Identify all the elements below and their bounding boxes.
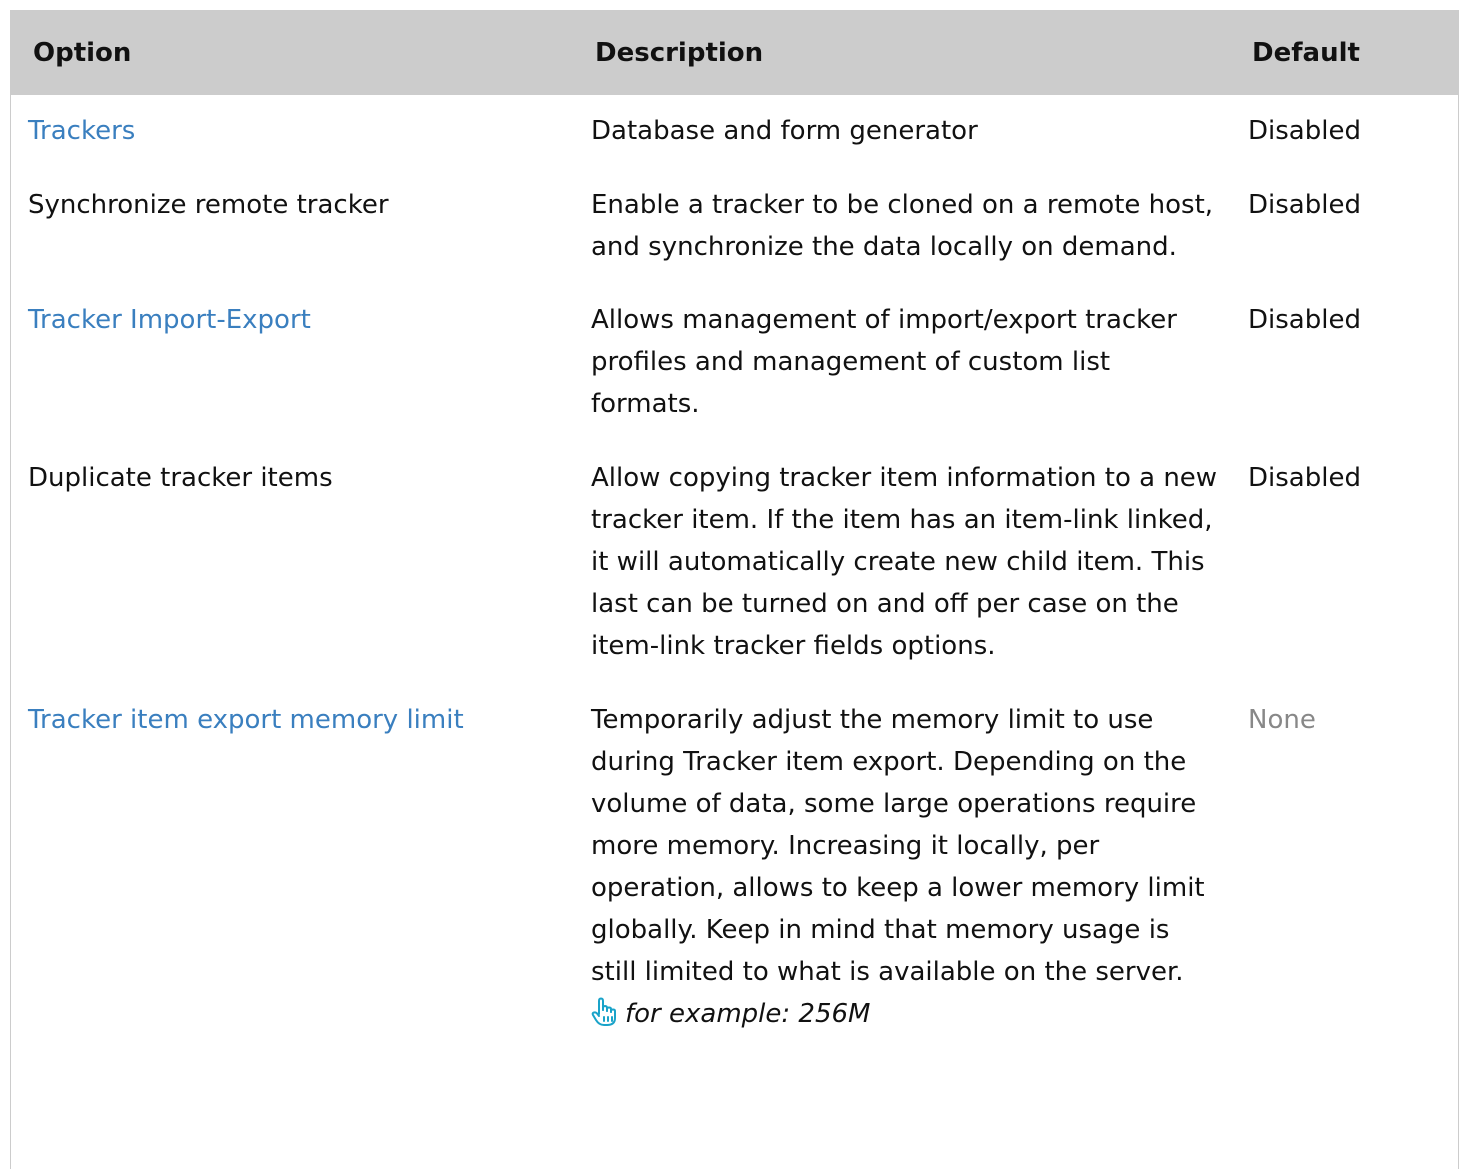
default-value: None (1248, 705, 1316, 735)
table-row: Tracker item export memory limit Tempora… (11, 683, 1458, 1035)
pointing-hand-icon (591, 997, 617, 1027)
column-header-description: Description (574, 10, 1231, 95)
option-cell: Synchronize remote tracker (28, 190, 389, 220)
description-cell: Database and form generator (591, 116, 978, 146)
options-table: Option Description Default Trackers Data… (11, 10, 1458, 1035)
table-header-row: Option Description Default (11, 10, 1458, 95)
default-value: Disabled (1248, 190, 1361, 220)
option-link-tracker-import-export[interactable]: Tracker Import-Export (28, 305, 311, 335)
option-cell: Trackers (11, 95, 574, 168)
default-value: Disabled (1248, 116, 1361, 146)
option-cell: Tracker item export memory limit (11, 683, 574, 1035)
table-row: Synchronize remote tracker Enable a trac… (11, 168, 1458, 284)
default-value: Disabled (1248, 463, 1361, 493)
description-text: Temporarily adjust the memory limit to u… (591, 705, 1205, 987)
table-row: Duplicate tracker items Allow copying tr… (11, 441, 1458, 683)
column-header-option: Option (11, 10, 574, 95)
description-cell: Allows management of import/export track… (591, 305, 1177, 419)
table-row: Tracker Import-Export Allows management … (11, 284, 1458, 441)
option-cell: Tracker Import-Export (11, 284, 574, 441)
table-row: Trackers Database and form generator Dis… (11, 95, 1458, 168)
example-value: for example: 256M (625, 999, 871, 1029)
option-link-trackers[interactable]: Trackers (28, 116, 135, 146)
options-table-container: Option Description Default Trackers Data… (10, 10, 1459, 1169)
option-link-tracker-item-export-memory-limit[interactable]: Tracker item export memory limit (28, 705, 464, 735)
description-cell: Allow copying tracker item information t… (591, 463, 1218, 661)
option-cell: Duplicate tracker items (28, 463, 333, 493)
default-value: Disabled (1248, 305, 1361, 335)
column-header-default: Default (1231, 10, 1458, 95)
description-cell: Temporarily adjust the memory limit to u… (574, 683, 1231, 1035)
description-cell: Enable a tracker to be cloned on a remot… (591, 190, 1214, 262)
